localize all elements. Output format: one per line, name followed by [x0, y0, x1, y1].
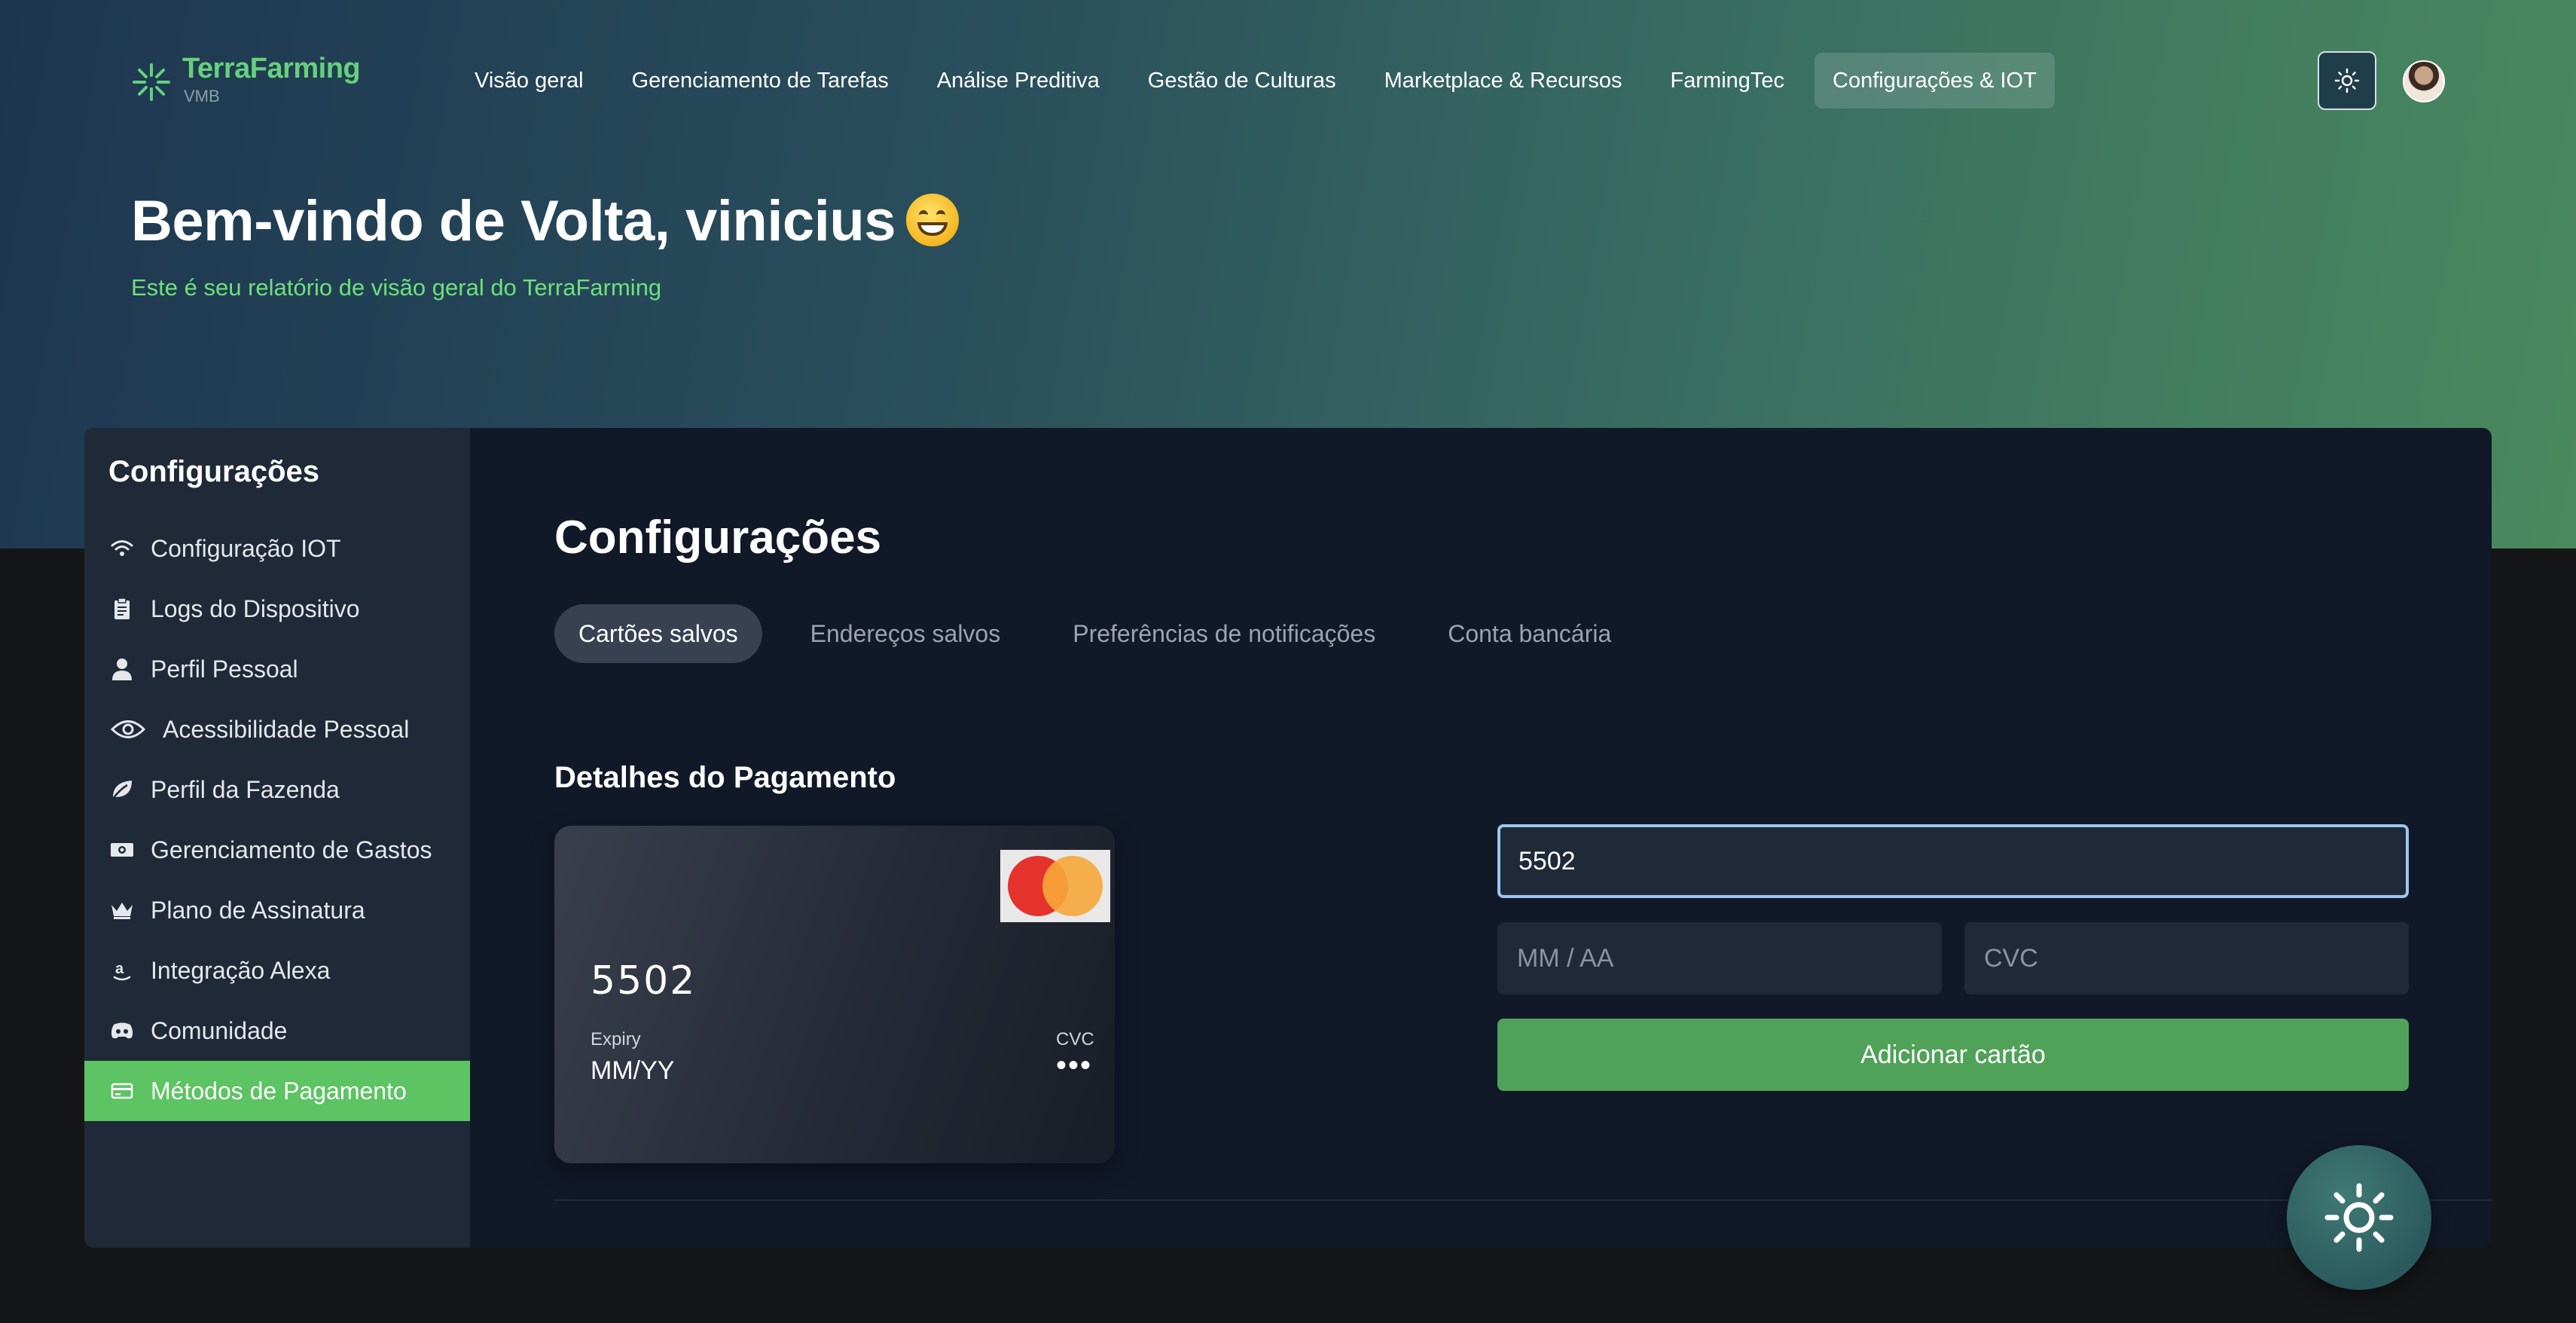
welcome-heading: Bem-vindo de Volta, vinicius [131, 188, 960, 254]
crown-icon [108, 897, 136, 924]
settings-content: Configurações Cartões salvos Endereços s… [470, 428, 2492, 1248]
user-icon [108, 655, 136, 683]
svg-text:a: a [115, 961, 124, 977]
wifi-icon [108, 535, 136, 562]
sidebar-item-perfil-pessoal[interactable]: Perfil Pessoal [84, 639, 470, 699]
sidebar-item-label: Integração Alexa [151, 956, 331, 984]
sunburst-logo-icon [133, 63, 170, 101]
add-card-button[interactable]: Adicionar cartão [1497, 1019, 2409, 1091]
nav-item-marketplace[interactable]: Marketplace & Recursos [1366, 53, 1641, 108]
expiry-input[interactable] [1497, 922, 1942, 995]
brand-name: TerraFarming [182, 53, 361, 84]
sidebar-item-label: Gerenciamento de Gastos [151, 836, 432, 863]
top-nav: Visão geral Gerenciamento de Tarefas Aná… [456, 53, 2067, 108]
settings-panel: Configurações Configuração IOT Logs do D… [84, 428, 2492, 1248]
welcome-text: Bem-vindo de Volta, vinicius [131, 189, 896, 253]
sidebar-item-label: Logs do Dispositivo [151, 594, 360, 622]
settings-tabs: Cartões salvos Endereços salvos Preferên… [554, 604, 1659, 663]
credit-card-icon [108, 1077, 136, 1105]
brand-logo[interactable]: TerraFarming VMB [131, 53, 361, 106]
sidebar-item-label: Comunidade [151, 1016, 288, 1044]
money-icon [108, 836, 136, 863]
sidebar-item-label: Perfil Pessoal [151, 655, 298, 683]
card-cvc-label: CVC [1056, 1029, 1094, 1050]
settings-sidebar: Configurações Configuração IOT Logs do D… [84, 428, 470, 1248]
card-expiry-label: Expiry [591, 1029, 641, 1050]
theme-toggle-button[interactable] [2318, 51, 2376, 110]
welcome-subtitle: Este é seu relatório de visão geral do T… [131, 274, 662, 301]
card-number-input[interactable] [1497, 824, 2409, 898]
sidebar-item-acessibilidade[interactable]: Acessibilidade Pessoal [84, 699, 470, 759]
floating-theme-button[interactable] [2287, 1145, 2431, 1290]
nav-item-configuracoes[interactable]: Configurações & IOT [1814, 53, 2055, 108]
sidebar-item-logs[interactable]: Logs do Dispositivo [84, 579, 470, 639]
leaf-icon [108, 776, 136, 803]
amazon-icon: a [108, 957, 136, 984]
page-title: Configurações [554, 512, 882, 564]
sidebar-item-gastos[interactable]: Gerenciamento de Gastos [84, 820, 470, 880]
mastercard-icon [1000, 850, 1110, 922]
tab-enderecos[interactable]: Endereços salvos [786, 604, 1025, 663]
nav-item-tarefas[interactable]: Gerenciamento de Tarefas [614, 53, 907, 108]
nav-item-culturas[interactable]: Gestão de Culturas [1130, 53, 1354, 108]
sidebar-item-pagamento[interactable]: Métodos de Pagamento [84, 1061, 470, 1121]
brand-sub: VMB [184, 87, 220, 105]
sidebar-item-label: Perfil da Fazenda [151, 775, 340, 803]
card-preview-number: 5502 [591, 958, 697, 1004]
tab-cartoes[interactable]: Cartões salvos [554, 604, 762, 663]
nav-item-analise[interactable]: Análise Preditiva [919, 53, 1118, 108]
divider [554, 1199, 2492, 1201]
tab-conta-bancaria[interactable]: Conta bancária [1424, 604, 1635, 663]
sidebar-item-label: Acessibilidade Pessoal [163, 715, 410, 743]
discord-icon [108, 1017, 136, 1044]
sidebar-item-alexa[interactable]: a Integração Alexa [84, 940, 470, 1001]
sidebar-title: Configurações [108, 455, 320, 488]
card-cvc-value: ••• [1056, 1049, 1093, 1082]
grinning-emoji-icon [906, 194, 960, 246]
sidebar-item-label: Configuração IOT [151, 534, 341, 562]
sun-icon [2334, 68, 2360, 93]
eye-icon [108, 716, 148, 743]
cvc-input[interactable] [1964, 922, 2409, 995]
clipboard-icon [108, 595, 136, 622]
sidebar-item-iot[interactable]: Configuração IOT [84, 518, 470, 579]
sidebar-item-comunidade[interactable]: Comunidade [84, 1001, 470, 1061]
sidebar-item-label: Plano de Assinatura [151, 896, 365, 924]
nav-item-visao-geral[interactable]: Visão geral [456, 53, 602, 108]
sidebar-item-label: Métodos de Pagamento [151, 1077, 407, 1105]
sidebar-item-fazenda[interactable]: Perfil da Fazenda [84, 759, 470, 820]
nav-item-farmingtec[interactable]: FarmingTec [1653, 53, 1803, 108]
sidebar-item-assinatura[interactable]: Plano de Assinatura [84, 880, 470, 940]
section-title: Detalhes do Pagamento [554, 761, 896, 794]
tab-notificacoes[interactable]: Preferências de notificações [1048, 604, 1399, 663]
sun-icon [2324, 1183, 2394, 1252]
card-expiry-value: MM/YY [591, 1056, 675, 1085]
card-preview: 5502 Expiry MM/YY CVC ••• [554, 826, 1115, 1163]
user-avatar[interactable] [2403, 60, 2445, 102]
